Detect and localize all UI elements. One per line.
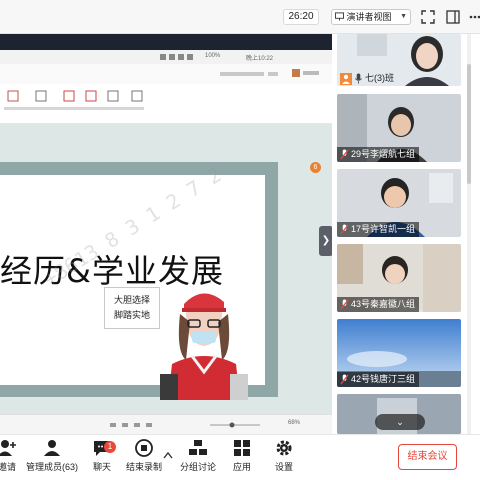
strip-scrollbar[interactable] xyxy=(467,34,471,434)
stop-recording-button[interactable]: 结束录制 xyxy=(126,439,162,473)
participant-strip: 七(3)班 29号李熠航七组 17号许智凯一组 43号秦嘉徽八组 42号钱唐汀三… xyxy=(332,34,480,434)
manage-members-button[interactable]: 管理成员(63) xyxy=(25,439,79,473)
status-icons xyxy=(160,54,193,60)
participant-name-row: 17号许智凯一组 xyxy=(337,222,420,237)
members-icon xyxy=(44,440,60,456)
chevron-up-icon xyxy=(163,451,173,459)
presenter-view-label: 演讲者视图 xyxy=(346,12,392,22)
chat-label: 聊天 xyxy=(92,462,111,472)
chevron-down-icon: ▼ xyxy=(400,13,407,20)
bubble-line-2: 脚踏实地 xyxy=(113,310,150,320)
participant-name: 29号李熠航七组 xyxy=(351,149,416,159)
participant-name-row: 29号李熠航七组 xyxy=(337,147,420,162)
breakout-label: 分组讨论 xyxy=(180,462,217,472)
strip-scroll-thumb[interactable] xyxy=(467,64,471,184)
layout-icon[interactable] xyxy=(446,10,460,24)
participant-name: 七(3)班 xyxy=(365,73,394,83)
mic-muted-icon xyxy=(340,224,349,235)
mic-muted-icon xyxy=(340,374,349,385)
participant-tile[interactable]: 17号许智凯一组 xyxy=(337,169,461,237)
speech-bubble: 大胆选择 脚踏实地 xyxy=(104,287,160,329)
bubble-line-1: 大胆选择 xyxy=(113,295,150,305)
top-bar: 26:20 演讲者视图 ▼ xyxy=(0,0,480,34)
breakout-icon xyxy=(189,440,207,455)
status-battery: 100% xyxy=(205,53,221,59)
record-label: 结束录制 xyxy=(126,462,163,472)
record-options-button[interactable] xyxy=(162,451,174,462)
participant-name-row: 七(3)班 xyxy=(337,71,398,86)
meeting-window: 26:20 演讲者视图 ▼ 100% 晚上10:22 经历&学业发展 +8613… xyxy=(0,0,480,480)
record-stop-icon xyxy=(135,439,153,457)
participant-name: 17号许智凯一组 xyxy=(351,224,416,234)
invite-button[interactable]: 邀请 xyxy=(0,439,20,473)
participant-name-row: 42号钱唐汀三组 xyxy=(337,372,420,387)
ppt-title-bar xyxy=(0,64,332,84)
host-icon xyxy=(340,72,352,85)
mic-muted-icon xyxy=(340,149,349,160)
meeting-timer: 26:20 xyxy=(283,9,319,25)
apps-icon xyxy=(234,440,250,456)
settings-label: 设置 xyxy=(274,462,293,472)
notification-dot[interactable]: 6 xyxy=(310,162,321,173)
collapse-strip-button[interactable]: ❯ xyxy=(319,226,333,256)
participant-name: 42号钱唐汀三组 xyxy=(351,374,416,384)
status-time: 晚上10:22 xyxy=(246,56,274,62)
shared-screen: 100% 晚上10:22 经历&学业发展 +8613 8 3 1 2 7 2 6… xyxy=(0,34,332,434)
apps-label: 应用 xyxy=(232,462,251,472)
ppt-user-icon xyxy=(292,69,319,77)
presenter-view-dropdown[interactable]: 演讲者视图 ▼ xyxy=(331,9,411,25)
participant-name-row: 43号秦嘉徽八组 xyxy=(337,297,420,312)
phone-status-bar: 100% 晚上10:22 xyxy=(0,50,332,64)
ppt-toolbar xyxy=(0,84,332,124)
ppt-header-actions xyxy=(220,72,278,76)
mic-muted-icon xyxy=(340,299,349,310)
breakout-button[interactable]: 分组讨论 xyxy=(180,439,216,473)
zoom-level: 68% xyxy=(288,420,301,426)
presenter-icon xyxy=(335,12,344,21)
participant-tile[interactable]: 29号李熠航七组 xyxy=(337,94,461,162)
ppt-status-bar: 68% xyxy=(0,414,332,434)
mic-icon xyxy=(355,73,362,84)
more-icon[interactable] xyxy=(468,10,480,24)
members-label: 管理成员(63) xyxy=(25,462,78,472)
chat-badge: 1 xyxy=(104,441,116,453)
participant-tile[interactable]: 43号秦嘉徽八组 xyxy=(337,244,461,312)
scroll-down-button[interactable]: ⌄ xyxy=(375,414,425,430)
apps-button[interactable]: 应用 xyxy=(230,439,254,473)
participant-tile[interactable]: 42号钱唐汀三组 xyxy=(337,319,461,387)
ppt-status-icons xyxy=(110,422,260,428)
participant-name: 43号秦嘉徽八组 xyxy=(351,299,416,309)
invite-icon xyxy=(0,440,16,456)
ppt-toolbar-icons xyxy=(4,90,144,110)
invite-label: 邀请 xyxy=(0,462,16,472)
settings-button[interactable]: 设置 xyxy=(272,439,296,473)
fullscreen-icon[interactable] xyxy=(421,10,435,24)
gear-icon xyxy=(276,440,292,456)
person-illustration xyxy=(160,293,248,400)
end-meeting-button[interactable]: 结束会议 xyxy=(398,444,457,470)
participant-tile[interactable]: 七(3)班 xyxy=(337,34,461,86)
